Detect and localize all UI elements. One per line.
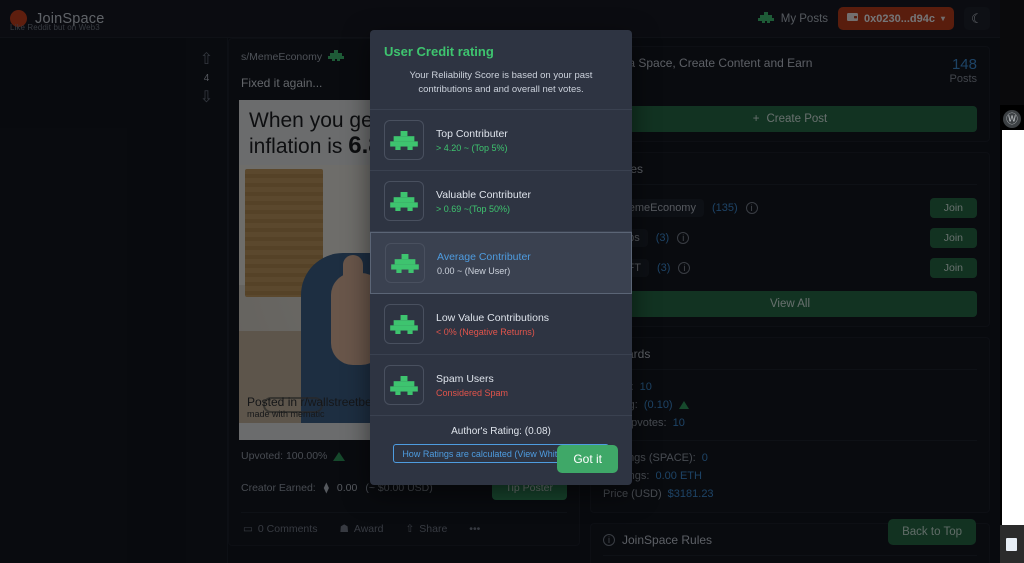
tier-name: Low Value Contributions (436, 311, 550, 324)
tier-row-top-contributer[interactable]: Top Contributer > 4.20 ~ (Top 5%) (370, 110, 632, 171)
pixel-badge-icon (384, 181, 424, 221)
got-it-button[interactable]: Got it (557, 445, 618, 473)
file-icon[interactable] (1006, 538, 1017, 551)
tier-threshold: > 4.20 ~ (Top 5%) (436, 142, 508, 153)
tier-name: Top Contributer (436, 127, 508, 140)
pixel-badge-icon (384, 365, 424, 405)
user-credit-rating-modal: User Credit rating Your Reliability Scor… (370, 30, 632, 485)
tier-threshold: 0.00 ~ (New User) (437, 265, 511, 276)
os-dark-area (1000, 0, 1024, 105)
tier-name: Valuable Contributer (436, 188, 531, 201)
pixel-badge-icon (384, 120, 424, 160)
tier-threshold: < 0% (Negative Returns) (436, 326, 535, 337)
tier-name: Spam Users (436, 372, 494, 385)
os-right-strip: Ⓦ (1000, 0, 1024, 563)
author-rating: Author's Rating: (0.08) (451, 426, 551, 437)
modal-title: User Credit rating (384, 44, 494, 59)
pixel-badge-icon (384, 304, 424, 344)
tier-row-average-contributer[interactable]: Average Contributer 0.00 ~ (New User) (370, 232, 632, 294)
tier-threshold: > 0.69 ~(Top 50%) (436, 203, 511, 214)
tier-row-spam-users[interactable]: Spam Users Considered Spam (370, 355, 632, 416)
wordpress-icon[interactable]: Ⓦ (1003, 110, 1021, 128)
pixel-badge-icon (385, 243, 425, 283)
tier-row-valuable-contributer[interactable]: Valuable Contributer > 0.69 ~(Top 50%) (370, 171, 632, 232)
modal-description: Your Reliability Score is based on your … (370, 69, 632, 110)
tier-threshold: Considered Spam (436, 387, 509, 398)
background-window[interactable] (1002, 130, 1024, 525)
joinspace-app: JoinSpace Like Reddit but on Web3 My Pos… (0, 0, 1000, 563)
tier-name: Average Contributer (437, 250, 531, 263)
tier-row-low-value-contributions[interactable]: Low Value Contributions < 0% (Negative R… (370, 294, 632, 355)
